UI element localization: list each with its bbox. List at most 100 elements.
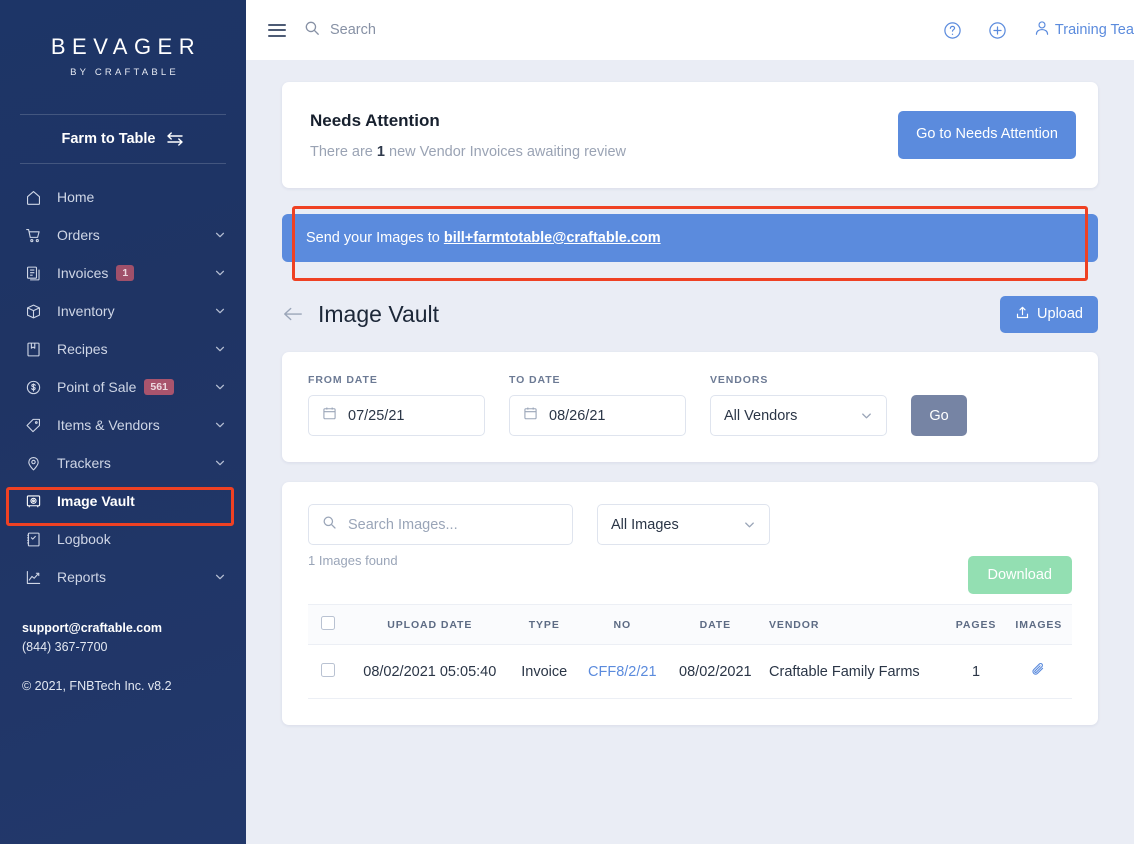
documents-icon xyxy=(22,265,44,282)
vendors-label: VENDORS xyxy=(710,374,769,386)
chevron-down-icon xyxy=(860,409,873,422)
from-date-label: FROM DATE xyxy=(308,374,378,386)
hamburger-icon[interactable] xyxy=(268,23,286,37)
column-date[interactable]: DATE xyxy=(667,604,764,645)
needs-attention-count: 1 xyxy=(376,143,385,160)
sidebar-item-image-vault[interactable]: Image Vault xyxy=(0,482,246,520)
box-icon xyxy=(22,303,44,320)
select-all-checkbox[interactable] xyxy=(321,616,335,630)
needs-attention-card: Needs Attention There are 1 new Vendor I… xyxy=(282,82,1098,188)
dollar-circle-icon xyxy=(22,379,44,396)
column-images[interactable]: IMAGES xyxy=(1005,604,1072,645)
images-found-text: 1 Images found xyxy=(308,553,398,568)
sidebar-item-label: Recipes xyxy=(57,341,108,357)
images-search-group: Search Images... 1 Images found xyxy=(308,504,573,568)
user-menu[interactable]: Training Team xyxy=(1033,19,1134,41)
sidebar-item-label: Logbook xyxy=(57,531,111,547)
chevron-down-icon xyxy=(214,457,226,469)
table-body: 08/02/2021 05:05:40 Invoice CFF8/2/21 08… xyxy=(308,644,1072,699)
sidebar-item-label: Reports xyxy=(57,569,107,585)
needs-message-suffix: new Vendor Invoices awaiting review xyxy=(389,143,626,160)
sidebar-item-items-and-vendors[interactable]: Items & Vendors xyxy=(0,406,246,444)
sidebar-item-label: Items & Vendors xyxy=(57,417,160,433)
row-checkbox[interactable] xyxy=(321,662,335,677)
chevron-down-icon xyxy=(214,571,226,583)
from-date-input[interactable]: 07/25/21 xyxy=(308,395,485,436)
column-type[interactable]: TYPE xyxy=(511,604,577,645)
sidebar-item-orders[interactable]: Orders xyxy=(0,216,246,254)
search-icon xyxy=(304,20,320,41)
vendors-select[interactable]: All Vendors xyxy=(710,395,887,436)
sidebar-item-label: Image Vault xyxy=(57,493,135,509)
needs-attention-title: Needs Attention xyxy=(310,110,440,130)
global-search[interactable]: Search xyxy=(304,20,376,41)
page-content: Needs Attention There are 1 new Vendor I… xyxy=(246,60,1134,725)
sidebar-item-label: Trackers xyxy=(57,455,111,471)
send-images-email-link[interactable]: bill+farmtotable@craftable.com xyxy=(444,230,661,246)
image-type-select[interactable]: All Images xyxy=(597,504,770,545)
upload-button[interactable]: Upload xyxy=(1000,295,1098,333)
chevron-down-icon xyxy=(214,381,226,393)
needs-attention-message: There are 1 new Vendor Invoices awaiting… xyxy=(310,144,626,160)
sidebar-item-invoices[interactable]: Invoices 1 xyxy=(0,254,246,292)
images-table: UPLOAD DATE TYPE NO DATE VENDOR PAGES IM… xyxy=(308,604,1072,699)
page-header: Image Vault Upload xyxy=(282,292,1098,336)
sidebar-item-recipes[interactable]: Recipes xyxy=(0,330,246,368)
user-icon xyxy=(1033,19,1051,41)
chevron-down-icon xyxy=(214,305,226,317)
sidebar-item-reports[interactable]: Reports xyxy=(0,558,246,596)
to-date-group: TO DATE 08/26/21 xyxy=(509,374,686,436)
search-placeholder: Search xyxy=(330,22,376,38)
vault-icon xyxy=(22,493,44,510)
sidebar-item-inventory[interactable]: Inventory xyxy=(0,292,246,330)
tag-icon xyxy=(22,417,44,434)
chevron-down-icon xyxy=(214,267,226,279)
app-root: BEVAGER BY CRAFTABLE Farm to Table Home xyxy=(0,0,1134,844)
cell-no-link[interactable]: CFF8/2/21 xyxy=(576,644,668,699)
date-filter-card: FROM DATE 07/25/21 TO DATE 08/26/21 VEND… xyxy=(282,352,1098,462)
vendors-selected-value: All Vendors xyxy=(724,407,798,424)
sidebar-item-logbook[interactable]: Logbook xyxy=(0,520,246,558)
to-date-input[interactable]: 08/26/21 xyxy=(509,395,686,436)
sidebar-item-label: Inventory xyxy=(57,303,115,319)
column-upload-date[interactable]: UPLOAD DATE xyxy=(348,604,512,645)
home-icon xyxy=(22,189,44,206)
select-all-header xyxy=(308,604,348,645)
user-name: Training Team xyxy=(1054,22,1134,38)
sidebar-item-trackers[interactable]: Trackers xyxy=(0,444,246,482)
support-email[interactable]: support@craftable.com xyxy=(22,619,172,638)
email-banner-wrap: Send your Images to bill+farmtotable@cra… xyxy=(282,206,1098,281)
go-to-needs-attention-button[interactable]: Go to Needs Attention xyxy=(898,111,1076,159)
search-icon xyxy=(322,515,337,534)
page-title: Image Vault xyxy=(318,300,440,327)
chevron-down-icon xyxy=(214,229,226,241)
chevron-down-icon xyxy=(743,518,756,531)
cell-pages: 1 xyxy=(946,644,1006,699)
go-button[interactable]: Go xyxy=(911,395,967,436)
paperclip-icon[interactable] xyxy=(1030,663,1047,682)
table-row[interactable]: 08/02/2021 05:05:40 Invoice CFF8/2/21 08… xyxy=(308,644,1072,699)
sidebar-badge-point-of-sale: 561 xyxy=(144,378,174,396)
download-button[interactable]: Download xyxy=(967,556,1072,594)
column-pages[interactable]: PAGES xyxy=(946,604,1006,645)
map-pin-icon xyxy=(22,455,44,472)
cart-icon xyxy=(22,227,44,244)
search-images-input[interactable]: Search Images... xyxy=(308,504,573,545)
sidebar-item-home[interactable]: Home xyxy=(0,178,246,216)
sidebar-item-label: Orders xyxy=(57,227,100,243)
column-vendor[interactable]: VENDOR xyxy=(763,604,947,645)
arrow-left-icon[interactable] xyxy=(282,305,304,323)
cell-images xyxy=(1005,644,1072,699)
sidebar-item-point-of-sale[interactable]: Point of Sale 561 xyxy=(0,368,246,406)
to-date-label: TO DATE xyxy=(509,374,561,386)
org-switcher[interactable]: Farm to Table xyxy=(0,115,246,163)
plus-circle-icon[interactable] xyxy=(988,21,1007,40)
column-no[interactable]: NO xyxy=(576,604,668,645)
sidebar-footer: support@craftable.com (844) 367-7700 © 2… xyxy=(22,619,172,696)
help-circle-icon[interactable] xyxy=(943,21,962,40)
search-images-placeholder: Search Images... xyxy=(348,516,458,533)
sidebar: BEVAGER BY CRAFTABLE Farm to Table Home xyxy=(0,0,246,844)
sidebar-nav: Home Orders Invoices 1 Inventory Recipes… xyxy=(0,164,246,596)
cell-vendor: Craftable Family Farms xyxy=(763,644,947,699)
chevron-down-icon xyxy=(214,343,226,355)
